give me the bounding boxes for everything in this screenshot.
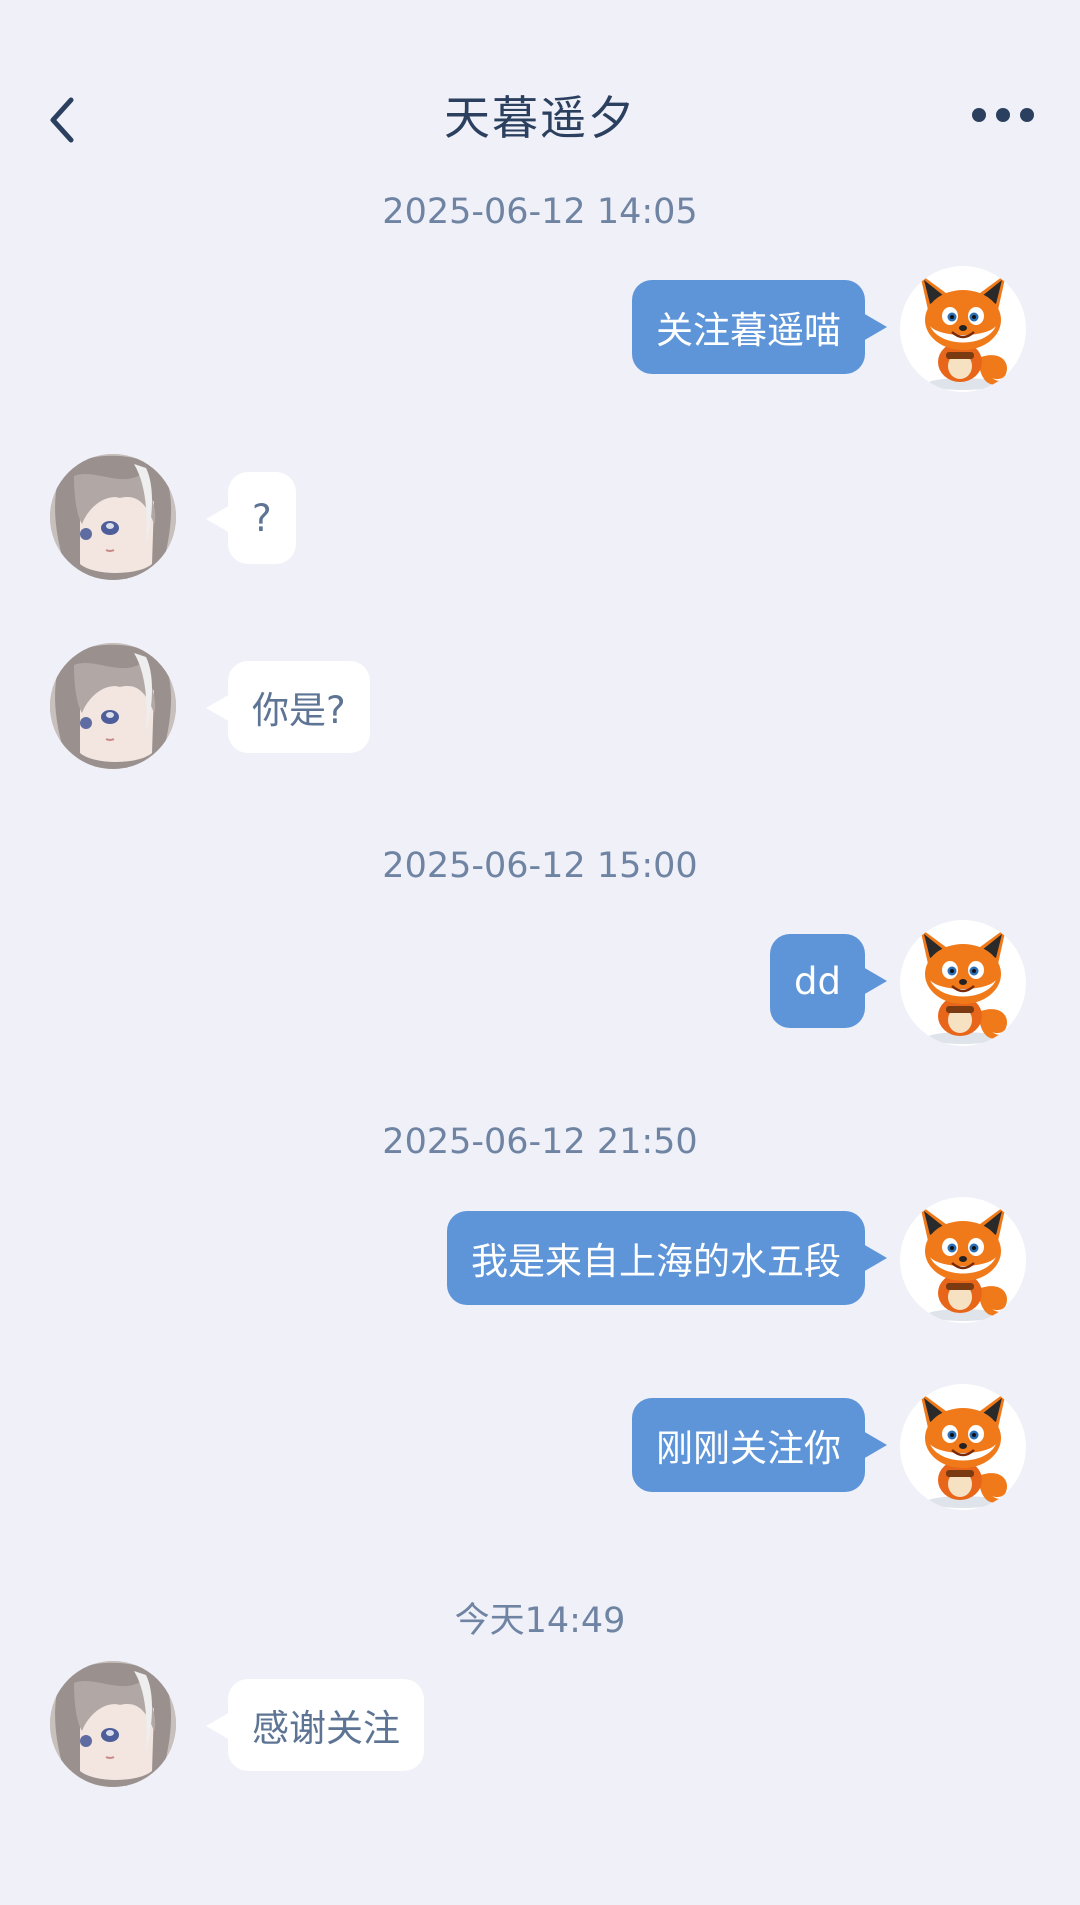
message-bubble[interactable]: 刚刚关注你: [632, 1398, 887, 1492]
timestamp: 2025-06-12 14:05: [382, 192, 698, 232]
more-options-button[interactable]: [968, 98, 1038, 132]
anime-girl-avatar[interactable]: [50, 1661, 176, 1787]
message-row-sent: 刚刚关注你: [0, 1384, 1080, 1514]
message-row-received: 你是?: [0, 643, 1080, 773]
message-row-sent: 关注暮遥喵: [0, 266, 1080, 396]
message-bubble[interactable]: 你是?: [206, 661, 370, 753]
message-bubble[interactable]: 我是来自上海的水五段: [447, 1211, 887, 1305]
more-horizontal-icon: [972, 108, 1034, 122]
message-row-sent: 我是来自上海的水五段: [0, 1197, 1080, 1327]
fox-avatar[interactable]: [900, 920, 1026, 1046]
message-row-sent: dd: [0, 920, 1080, 1050]
anime-girl-avatar[interactable]: [50, 454, 176, 580]
message-bubble[interactable]: 关注暮遥喵: [632, 280, 887, 374]
timestamp: 2025-06-12 15:00: [382, 846, 698, 886]
timestamp: 今天14:49: [454, 1601, 626, 1641]
timestamp: 2025-06-12 21:50: [382, 1122, 698, 1162]
message-bubble[interactable]: dd: [770, 934, 887, 1028]
anime-girl-avatar[interactable]: [50, 643, 176, 769]
fox-avatar[interactable]: [900, 266, 1026, 392]
fox-avatar[interactable]: [900, 1384, 1026, 1510]
fox-avatar[interactable]: [900, 1197, 1026, 1323]
message-row-received: ?: [0, 454, 1080, 584]
message-row-received: 感谢关注: [0, 1661, 1080, 1791]
chat-title: 天暮遥夕: [444, 91, 636, 145]
header-bar: 天暮遥夕: [0, 0, 1080, 180]
message-bubble[interactable]: ?: [206, 472, 296, 564]
message-bubble[interactable]: 感谢关注: [206, 1679, 424, 1771]
